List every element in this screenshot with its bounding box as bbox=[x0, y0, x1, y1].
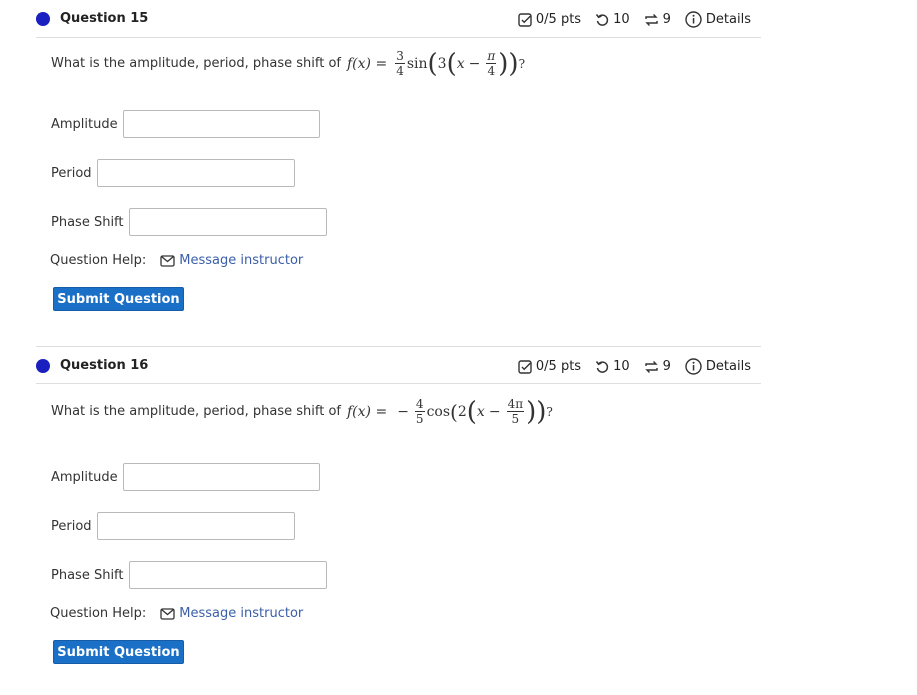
phase-fraction: 4π 5 bbox=[506, 397, 525, 426]
points-label: 0/5 pts bbox=[535, 359, 582, 374]
question-prompt: What is the amplitude, period, phase shi… bbox=[51, 50, 525, 77]
period-row: Period bbox=[51, 512, 295, 540]
question-15: Question 15 0/5 pts 10 9 Details What is… bbox=[36, 0, 761, 311]
paren-open: ( bbox=[446, 48, 457, 79]
math-coefficient: 4 5 bbox=[414, 397, 425, 426]
math-function-name: f(x) = bbox=[347, 55, 388, 72]
question-16: Question 16 0/5 pts 10 9 Details What is… bbox=[36, 346, 761, 664]
math-coefficient: 3 4 bbox=[395, 50, 405, 77]
info-icon[interactable] bbox=[685, 11, 702, 28]
math-variable: x bbox=[476, 403, 485, 420]
shift-numerator: π bbox=[486, 49, 497, 64]
undo-icon bbox=[595, 360, 609, 373]
period-label: Period bbox=[51, 518, 92, 534]
attempts-label: 10 bbox=[613, 12, 630, 27]
phase-shift-input[interactable] bbox=[128, 208, 327, 236]
paren-close: )) bbox=[498, 48, 519, 79]
details-link[interactable]: Details bbox=[706, 359, 751, 374]
help-label: Question Help: bbox=[50, 253, 147, 268]
retry-icon bbox=[644, 13, 658, 26]
question-title: Question 15 bbox=[60, 11, 149, 26]
details-link[interactable]: Details bbox=[706, 12, 751, 27]
period-input[interactable] bbox=[96, 512, 295, 540]
mail-icon bbox=[160, 607, 175, 620]
math-trig-func: cos bbox=[426, 403, 451, 420]
prompt-text: What is the amplitude, period, phase shi… bbox=[51, 404, 341, 419]
message-instructor-label: Message instructor bbox=[179, 606, 304, 621]
coef-denominator: 5 bbox=[415, 412, 424, 426]
phase-shift-input[interactable] bbox=[128, 561, 327, 589]
minus-sign: − bbox=[468, 55, 481, 72]
coef-denominator: 4 bbox=[396, 64, 404, 78]
prompt-text: What is the amplitude, period, phase shi… bbox=[51, 56, 341, 71]
amplitude-input[interactable] bbox=[122, 110, 320, 138]
question-help: Question Help: Message instructor bbox=[50, 253, 303, 268]
status-dot-icon bbox=[36, 359, 50, 373]
math-expression: f(x) = 3 4 sin ( 3 ( x − π 4 )) ? bbox=[347, 50, 525, 77]
amplitude-label: Amplitude bbox=[51, 469, 118, 485]
question-prompt: What is the amplitude, period, phase shi… bbox=[51, 398, 553, 425]
status-dot-icon bbox=[36, 12, 50, 26]
paren-close: )) bbox=[526, 396, 547, 427]
message-instructor-link[interactable]: Message instructor bbox=[160, 606, 303, 621]
checkbox-icon bbox=[518, 12, 532, 27]
negative-sign: − bbox=[397, 403, 409, 420]
phase-shift-label: Phase Shift bbox=[51, 567, 124, 583]
question-help: Question Help: Message instructor bbox=[50, 606, 303, 621]
paren-open: ( bbox=[427, 48, 438, 79]
amplitude-label: Amplitude bbox=[51, 116, 118, 132]
submit-question-button[interactable]: Submit Question bbox=[53, 287, 184, 311]
period-row: Period bbox=[51, 159, 295, 187]
shift-denominator: 5 bbox=[511, 412, 520, 426]
coef-numerator: 3 bbox=[395, 49, 405, 64]
amplitude-row: Amplitude bbox=[51, 463, 320, 491]
paren-open: ( bbox=[450, 399, 458, 424]
checkbox-icon bbox=[518, 359, 532, 374]
retries-label: 9 bbox=[662, 12, 671, 27]
question-mark: ? bbox=[546, 404, 553, 419]
paren-open: ( bbox=[466, 396, 477, 427]
minus-sign: − bbox=[488, 403, 501, 420]
mail-icon bbox=[160, 254, 175, 267]
coef-numerator: 4 bbox=[414, 397, 425, 412]
inner-coef: 3 bbox=[437, 55, 447, 72]
shift-numerator: 4π bbox=[506, 397, 525, 412]
retry-icon bbox=[644, 360, 658, 373]
message-instructor-link[interactable]: Message instructor bbox=[160, 253, 303, 268]
math-variable: x bbox=[456, 55, 465, 72]
math-trig-func: sin bbox=[406, 55, 428, 72]
inner-coef: 2 bbox=[457, 403, 467, 420]
period-label: Period bbox=[51, 165, 92, 181]
help-label: Question Help: bbox=[50, 606, 147, 621]
info-icon[interactable] bbox=[685, 358, 702, 375]
question-mark: ? bbox=[518, 56, 526, 71]
question-meta: 0/5 pts 10 9 Details bbox=[518, 358, 751, 375]
question-meta: 0/5 pts 10 9 Details bbox=[518, 11, 751, 28]
amplitude-row: Amplitude bbox=[51, 110, 320, 138]
attempts-label: 10 bbox=[613, 359, 630, 374]
points-label: 0/5 pts bbox=[535, 12, 582, 27]
amplitude-input[interactable] bbox=[122, 463, 320, 491]
math-expression: f(x) = − 4 5 cos ( 2 ( x − 4π 5 )) ? bbox=[347, 398, 553, 425]
math-function-name: f(x) = bbox=[347, 403, 388, 420]
phase-fraction: π 4 bbox=[486, 49, 497, 78]
question-header: Question 15 0/5 pts 10 9 Details bbox=[36, 0, 761, 38]
phase-shift-label: Phase Shift bbox=[51, 214, 124, 230]
period-input[interactable] bbox=[96, 159, 295, 187]
shift-denominator: 4 bbox=[487, 64, 496, 78]
question-header: Question 16 0/5 pts 10 9 Details bbox=[36, 346, 761, 384]
submit-question-button[interactable]: Submit Question bbox=[53, 640, 184, 664]
question-title: Question 16 bbox=[60, 358, 149, 373]
phase-shift-row: Phase Shift bbox=[51, 561, 327, 589]
undo-icon bbox=[595, 13, 609, 26]
retries-label: 9 bbox=[662, 359, 671, 374]
phase-shift-row: Phase Shift bbox=[51, 208, 327, 236]
message-instructor-label: Message instructor bbox=[179, 253, 304, 268]
